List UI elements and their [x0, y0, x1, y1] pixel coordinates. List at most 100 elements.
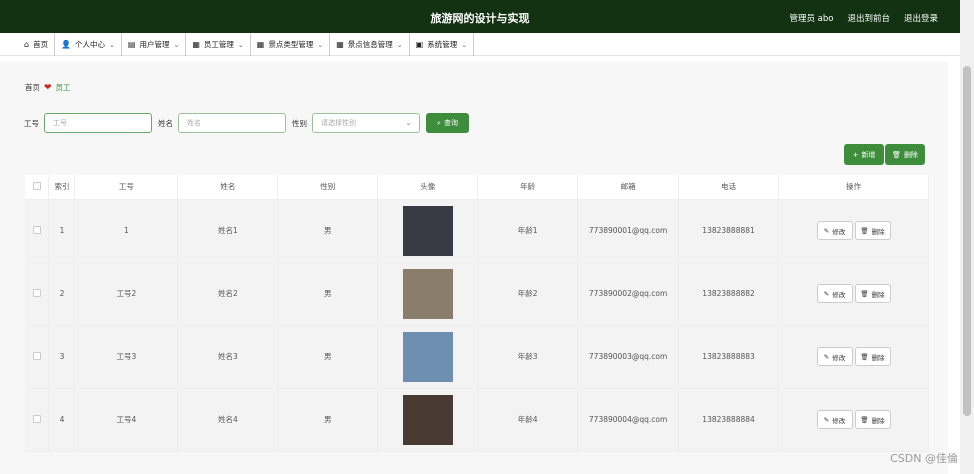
- edit-button-label: 修改: [832, 353, 846, 362]
- index-cell: 3: [48, 325, 76, 389]
- nav-item-label: 景点类型管理: [268, 40, 314, 49]
- chevron-down-icon: ⌄: [396, 40, 403, 49]
- row-delete-button[interactable]: 🗑 删除: [854, 347, 891, 366]
- nav-item-label: 个人中心: [75, 40, 106, 49]
- email-cell: 773890004@qq.com: [577, 388, 680, 452]
- trash-icon: 🗑: [860, 352, 869, 361]
- scrollbar[interactable]: [960, 0, 974, 474]
- logout-link[interactable]: 退出登录: [904, 12, 938, 24]
- edit-icon: ✎: [823, 415, 830, 424]
- name-cell: 姓名2: [177, 262, 279, 326]
- grid-icon: ▦: [256, 40, 265, 49]
- operation-cell: ✎ 修改 🗑 删除: [778, 325, 929, 389]
- nav-item-label: 首页: [33, 40, 49, 49]
- row-checkbox[interactable]: [32, 414, 41, 423]
- column-header: 工号: [74, 175, 179, 200]
- gender-cell: 男: [277, 262, 379, 326]
- phone-cell: 13823888884: [678, 388, 780, 452]
- id-cell: 1: [74, 199, 179, 263]
- row-delete-label: 删除: [871, 290, 885, 299]
- row-select-cell: [25, 388, 50, 452]
- heart-icon: ❤: [44, 82, 52, 93]
- edit-button-label: 修改: [832, 416, 846, 425]
- id-cell: 工号2: [74, 262, 179, 326]
- avatar-cell: [377, 199, 479, 263]
- trash-icon: 🗑: [860, 289, 869, 298]
- name-cell: 姓名1: [177, 199, 279, 263]
- row-checkbox[interactable]: [32, 351, 41, 360]
- delete-button[interactable]: 🗑 删除: [885, 144, 925, 165]
- breadcrumb-home[interactable]: 首页: [25, 82, 40, 93]
- search-form: 工号 工号 姓名 姓名 性别 请选择性别 ⌄ ⌕ 查询: [24, 113, 469, 133]
- column-header: 年龄: [477, 175, 579, 200]
- edit-button[interactable]: ✎ 修改: [816, 221, 853, 240]
- gender-cell: 男: [277, 388, 379, 452]
- query-button[interactable]: ⌕ 查询: [426, 113, 469, 133]
- plus-icon: +: [852, 150, 859, 159]
- select-all-cell: [25, 175, 50, 200]
- nav-item-4[interactable]: ▦ 景点类型管理 ⌄: [251, 33, 331, 56]
- nav-item-0[interactable]: ⌂ 首页: [18, 33, 56, 56]
- gender-select[interactable]: 请选择性别 ⌄: [312, 113, 420, 133]
- age-cell: 年龄4: [477, 388, 579, 452]
- avatar-cell: [377, 262, 479, 326]
- email-cell: 773890001@qq.com: [577, 199, 680, 263]
- phone-cell: 13823888883: [678, 325, 780, 389]
- add-button[interactable]: + 新增: [844, 144, 884, 165]
- row-delete-button[interactable]: 🗑 删除: [854, 410, 891, 429]
- chevron-down-icon: ⌄: [317, 40, 324, 49]
- row-delete-label: 删除: [871, 353, 885, 362]
- nav-item-3[interactable]: ▦ 员工管理 ⌄: [186, 33, 251, 56]
- edit-icon: ✎: [823, 289, 830, 298]
- avatar: [402, 331, 453, 382]
- column-header: 姓名: [177, 175, 279, 200]
- gender-label: 性别: [292, 118, 307, 128]
- chevron-down-icon: ⌄: [405, 118, 412, 127]
- email-cell: 773890002@qq.com: [577, 262, 680, 326]
- id-label: 工号: [24, 118, 39, 128]
- clipboard-icon: ▤: [127, 40, 136, 49]
- column-header: 电话: [678, 175, 780, 200]
- briefcase-icon: ▣: [415, 40, 424, 49]
- nav-item-2[interactable]: ▤ 用户管理 ⌄: [122, 33, 187, 56]
- edit-button[interactable]: ✎ 修改: [816, 284, 853, 303]
- chevron-down-icon: ⌄: [237, 40, 244, 49]
- exit-front-link[interactable]: 退出到前台: [847, 12, 890, 24]
- chevron-down-icon: ⌄: [173, 40, 180, 49]
- id-input[interactable]: 工号: [44, 113, 152, 133]
- table-row: 3 工号3 姓名3 男 年龄3 773890003@qq.com 13823888883 ✎ 修…: [25, 325, 929, 389]
- nav-item-1[interactable]: 👤 个人中心 ⌄: [55, 33, 122, 56]
- scrollbar-thumb[interactable]: [963, 66, 971, 416]
- add-button-label: 新增: [861, 150, 876, 159]
- admin-name: 管理员 abo: [789, 14, 834, 24]
- row-delete-button[interactable]: 🗑 删除: [854, 221, 891, 240]
- breadcrumb: 首页 ❤ 员工: [25, 82, 71, 93]
- table-row: 4 工号4 姓名4 男 年龄4 773890004@qq.com 13823888884 ✎ 修…: [25, 388, 929, 452]
- row-delete-button[interactable]: 🗑 删除: [854, 284, 891, 303]
- edit-button[interactable]: ✎ 修改: [816, 347, 853, 366]
- id-cell: 工号3: [74, 325, 179, 389]
- trash-icon: 🗑: [892, 150, 901, 159]
- operation-cell: ✎ 修改 🗑 删除: [778, 199, 929, 263]
- name-input[interactable]: 姓名: [178, 113, 286, 133]
- nav-item-label: 用户管理: [139, 40, 170, 49]
- row-select-cell: [25, 262, 50, 326]
- table-header-row: 索引 工号 姓名 性别 头像 年龄 邮箱 电话 操作: [25, 175, 929, 200]
- column-header: 操作: [778, 175, 929, 200]
- nav-item-6[interactable]: ▣ 系统管理 ⌄: [410, 33, 475, 56]
- id-cell: 工号4: [74, 388, 179, 452]
- avatar: [402, 394, 453, 445]
- index-cell: 2: [48, 262, 76, 326]
- top-header: 旅游网的设计与实现 管理员 abo 退出到前台 退出登录: [0, 0, 960, 33]
- row-checkbox[interactable]: [32, 225, 41, 234]
- edit-button[interactable]: ✎ 修改: [816, 410, 853, 429]
- select-all-checkbox[interactable]: [32, 181, 41, 190]
- main-content: 首页 ❤ 员工 工号 工号 姓名 姓名 性别 请选择性别 ⌄ ⌕ 查询 + 新增…: [0, 62, 948, 474]
- query-button-label: 查询: [443, 119, 458, 127]
- row-checkbox[interactable]: [32, 288, 41, 297]
- employee-table: 索引 工号 姓名 性别 头像 年龄 邮箱 电话 操作 1 1 姓名1 男年龄1 773890001@qq…: [25, 175, 929, 452]
- avatar-cell: [377, 325, 479, 389]
- row-select-cell: [25, 325, 50, 389]
- gender-cell: 男: [277, 325, 379, 389]
- nav-item-5[interactable]: ▦ 景点信息管理 ⌄: [330, 33, 410, 56]
